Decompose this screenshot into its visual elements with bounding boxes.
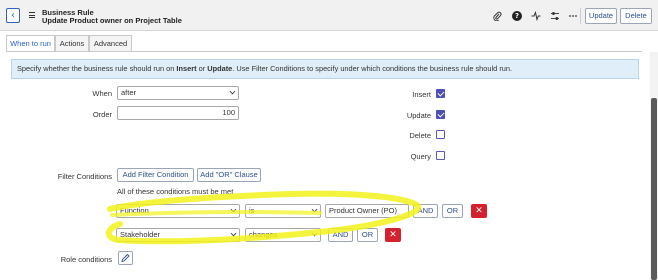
or-button[interactable]: OR xyxy=(442,204,463,218)
chevron-down-icon xyxy=(311,206,318,213)
info-or: or xyxy=(196,64,208,73)
more-icon[interactable] xyxy=(568,11,578,21)
condition-field-select[interactable]: Function xyxy=(116,204,240,218)
filter-conditions-label: Filter Conditions xyxy=(57,172,112,181)
update-checkbox[interactable] xyxy=(436,110,445,119)
help-icon[interactable]: ? xyxy=(512,11,522,21)
condition-field-value: Function xyxy=(120,206,149,215)
info-text: Specify whether the business rule should… xyxy=(17,64,177,73)
scrollbar-thumb[interactable] xyxy=(651,98,657,280)
remove-condition-button[interactable]: ✕ xyxy=(385,228,401,242)
condition-field-value: Stakeholder xyxy=(120,230,161,239)
tab-underline xyxy=(6,51,642,52)
when-value: after xyxy=(121,88,137,97)
info-update: Update xyxy=(207,64,233,73)
header-divider xyxy=(580,8,581,24)
record-name: Update Product owner on Project Table xyxy=(42,16,182,25)
pencil-icon xyxy=(121,253,130,263)
condition-field-select[interactable]: Stakeholder xyxy=(116,228,240,242)
delete-button[interactable]: Delete xyxy=(620,8,652,24)
conditions-note: All of these conditions must be met xyxy=(117,187,234,196)
or-button[interactable]: OR xyxy=(357,228,378,242)
menu-icon[interactable] xyxy=(29,12,35,18)
business-rule-form: ‹ Business Rule Update Product owner on … xyxy=(0,0,658,280)
order-input[interactable]: 100 xyxy=(117,106,239,120)
insert-checkbox[interactable] xyxy=(436,89,445,98)
condition-operator-value: changes xyxy=(249,230,278,239)
query-label: Query xyxy=(410,152,431,161)
condition-value-input[interactable]: Product Owner (PO) xyxy=(325,204,409,218)
condition-operator-value: is xyxy=(249,206,255,215)
attachment-icon[interactable] xyxy=(492,11,502,22)
tab-advanced[interactable]: Advanced xyxy=(89,35,132,52)
condition-operator-select[interactable]: changes xyxy=(245,228,321,242)
info-insert: Insert xyxy=(176,64,197,73)
update-button[interactable]: Update xyxy=(585,8,617,24)
chevron-down-icon xyxy=(229,88,236,95)
tab-actions[interactable]: Actions xyxy=(55,35,89,52)
when-label: When xyxy=(92,89,112,98)
query-checkbox[interactable] xyxy=(436,151,445,160)
delete-label: Delete xyxy=(409,131,431,140)
add-or-clause-button[interactable]: Add "OR" Clause xyxy=(197,168,261,182)
chevron-down-icon xyxy=(230,206,237,213)
back-icon[interactable]: ‹ xyxy=(6,8,20,23)
condition-operator-select[interactable]: is xyxy=(245,204,321,218)
info-banner: Specify whether the business rule should… xyxy=(11,59,639,79)
role-conditions-label: Role conditions xyxy=(60,255,112,264)
when-select[interactable]: after xyxy=(117,86,239,100)
form-header: ‹ Business Rule Update Product owner on … xyxy=(0,0,658,31)
update-label: Update xyxy=(406,111,431,120)
tab-when-to-run[interactable]: When to run xyxy=(6,35,55,52)
add-filter-condition-button[interactable]: Add Filter Condition xyxy=(117,168,194,182)
chevron-down-icon xyxy=(311,230,318,237)
info-suffix: . Use Filter Conditions to specify under… xyxy=(232,64,513,73)
edit-role-conditions-button[interactable] xyxy=(118,251,133,265)
settings-icon[interactable] xyxy=(550,11,560,21)
remove-condition-button[interactable]: ✕ xyxy=(471,204,487,218)
chevron-down-icon xyxy=(230,230,237,237)
insert-label: Insert xyxy=(412,90,431,99)
and-button[interactable]: AND xyxy=(328,228,353,242)
delete-checkbox[interactable] xyxy=(436,130,445,139)
and-button[interactable]: AND xyxy=(413,204,438,218)
activity-icon[interactable] xyxy=(531,10,541,22)
order-label: Order xyxy=(92,110,112,119)
